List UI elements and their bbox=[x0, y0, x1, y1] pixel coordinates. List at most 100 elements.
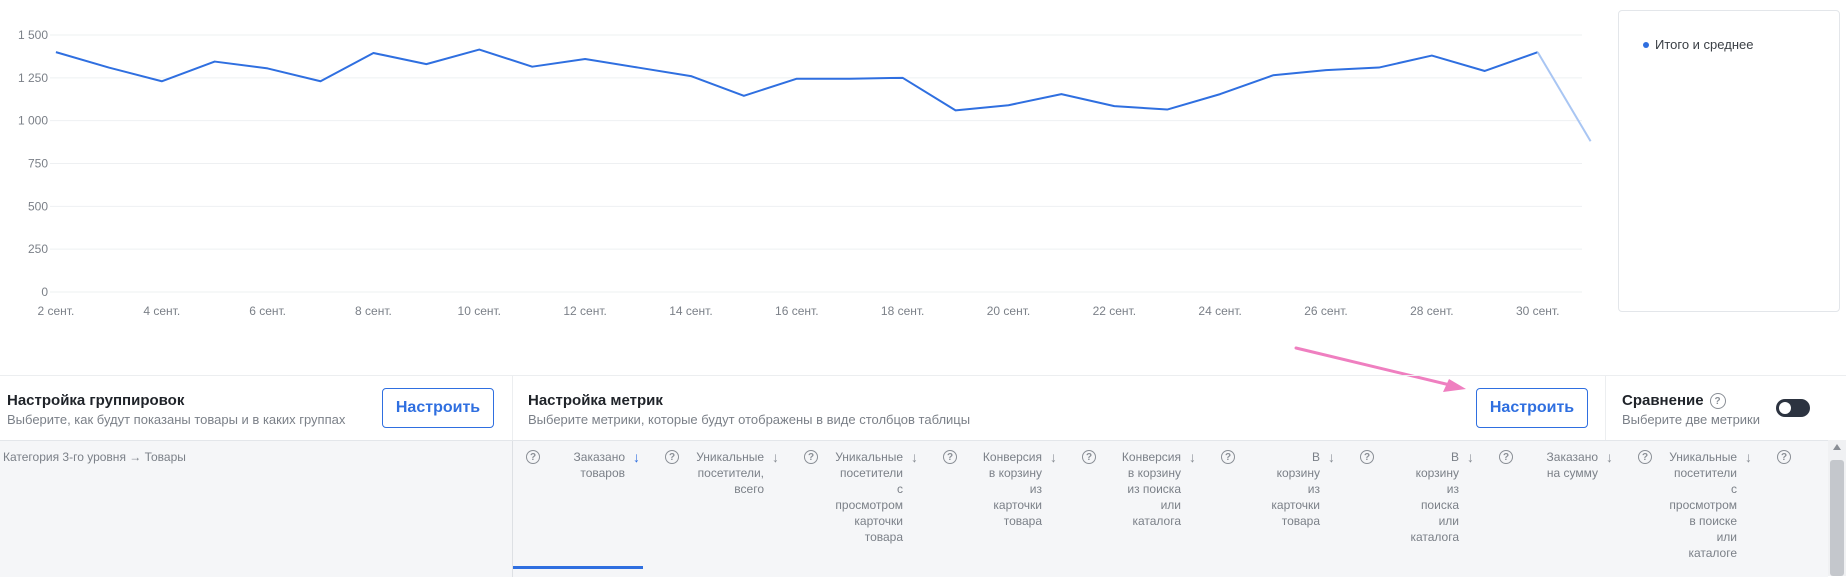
x-tick-label: 6 сент. bbox=[249, 304, 286, 318]
grouping-settings-subtitle: Выберите, как будут показаны товары и в … bbox=[7, 412, 346, 427]
legend-dot-icon bbox=[1643, 41, 1649, 48]
y-tick-label: 500 bbox=[28, 199, 48, 213]
help-icon[interactable]: ? bbox=[526, 450, 540, 464]
column-label: Конверсия в корзину из карточки товара bbox=[960, 449, 1042, 529]
column-label-line: товара bbox=[1281, 514, 1320, 528]
column-label-line: просмотром bbox=[1669, 498, 1737, 512]
column-label-line: посетители, bbox=[697, 466, 764, 480]
y-tick-label: 0 bbox=[41, 285, 48, 299]
help-icon[interactable]: ? bbox=[1777, 450, 1791, 464]
scroll-up-icon[interactable] bbox=[1833, 444, 1841, 450]
column-label: Вкорзину из карточки товара bbox=[1238, 449, 1320, 529]
category-column-header[interactable]: Категория 3-го уровня → Товары bbox=[3, 450, 186, 464]
sort-arrow-icon[interactable]: ↓ bbox=[633, 449, 640, 465]
column-label-line: или bbox=[1438, 514, 1459, 528]
column-label-line: или bbox=[1160, 498, 1181, 512]
sort-arrow-icon[interactable]: ↓ bbox=[1050, 449, 1057, 465]
column-label: Уникальные посетители с просмотром в поиске и… bbox=[1655, 449, 1737, 561]
settings-bar: Настройка группировок Выберите, как буду… bbox=[0, 375, 1846, 440]
table-header: Категория 3-го уровня → Товары ? Заказано… bbox=[0, 440, 1828, 577]
x-tick-label: 30 сент. bbox=[1516, 304, 1559, 318]
sort-arrow-icon[interactable]: ↓ bbox=[1189, 449, 1196, 465]
column-label-line: поиска bbox=[1420, 498, 1459, 512]
column-label-line: Конверсия bbox=[1121, 450, 1181, 464]
column-label-line: из bbox=[1029, 482, 1042, 496]
column-label-line: из поиска bbox=[1127, 482, 1181, 496]
column-label: Заказано товаров bbox=[543, 449, 625, 481]
column-label-line: посетители bbox=[840, 466, 903, 480]
grouping-settings-title: Настройка группировок bbox=[7, 392, 185, 409]
help-icon[interactable]: ? bbox=[1638, 450, 1652, 464]
column-label-line: В bbox=[1450, 450, 1459, 464]
column-label: Уникальные посетители, всего bbox=[682, 449, 764, 497]
sort-arrow-icon[interactable]: ↓ bbox=[1328, 449, 1335, 465]
help-icon[interactable]: ? bbox=[804, 450, 818, 464]
y-tick-label: 1 000 bbox=[18, 114, 48, 128]
sort-arrow-icon[interactable]: ↓ bbox=[1467, 449, 1474, 465]
column-label-line: из bbox=[1307, 482, 1320, 496]
vertical-scrollbar[interactable] bbox=[1828, 440, 1846, 576]
column-label-line: с bbox=[897, 482, 903, 496]
column-label-line: Уникальные bbox=[835, 450, 903, 464]
help-icon[interactable]: ? bbox=[1360, 450, 1374, 464]
column-label-line: товара bbox=[1003, 514, 1042, 528]
series-line-total bbox=[55, 48, 1539, 112]
x-tick-label: 14 сент. bbox=[669, 304, 712, 318]
y-tick-label: 1 500 bbox=[18, 28, 48, 42]
column-label-line: Заказано bbox=[1546, 450, 1598, 464]
metrics-settings-title: Настройка метрик bbox=[528, 392, 663, 409]
grouping-configure-button[interactable]: Настроить bbox=[382, 388, 494, 428]
column-label-line: из bbox=[1446, 482, 1459, 496]
column-label-line: в корзину bbox=[1127, 466, 1181, 480]
y-tick-label: 750 bbox=[28, 157, 48, 171]
help-icon[interactable]: ? bbox=[943, 450, 957, 464]
column-label-line: каталога bbox=[1132, 514, 1181, 528]
scroll-thumb[interactable] bbox=[1830, 460, 1844, 576]
column-label: Заказано на сумму bbox=[1516, 449, 1598, 481]
column-label-line: на сумму bbox=[1546, 466, 1598, 480]
comparison-subtitle: Выберите две метрики bbox=[1622, 412, 1761, 427]
comparison-panel: Сравнение? Выберите две метрики bbox=[1606, 376, 1846, 440]
column-label-line: корзину bbox=[1276, 466, 1320, 480]
metrics-settings-subtitle: Выберите метрики, которые будут отображе… bbox=[528, 412, 971, 427]
legend-label: Итого и среднее bbox=[1655, 37, 1754, 52]
column-label-line: каталоге bbox=[1688, 546, 1737, 560]
column-label-line: товаров bbox=[580, 466, 625, 480]
series-line-partial bbox=[1536, 51, 1592, 142]
column-label-line: По bbox=[1794, 449, 1828, 465]
x-tick-label: 18 сент. bbox=[881, 304, 924, 318]
column-label-line: Заказано bbox=[573, 450, 625, 464]
column-label-line: Конверсия bbox=[982, 450, 1042, 464]
column-label-line: в корзину bbox=[988, 466, 1042, 480]
x-tick-label: 12 сент. bbox=[563, 304, 606, 318]
comparison-title: Сравнение? bbox=[1622, 392, 1726, 410]
help-icon[interactable]: ? bbox=[1709, 393, 1726, 410]
x-tick-label: 8 сент. bbox=[355, 304, 392, 318]
sort-arrow-icon[interactable]: ↓ bbox=[911, 449, 918, 465]
active-column-indicator bbox=[513, 566, 643, 569]
grouping-settings-panel: Настройка группировок Выберите, как буду… bbox=[0, 376, 512, 440]
legend-item-total[interactable]: Итого и среднее bbox=[1643, 37, 1753, 52]
column-label-line: или bbox=[1716, 530, 1737, 544]
sort-arrow-icon[interactable]: ↓ bbox=[1745, 449, 1752, 465]
sort-arrow-icon[interactable]: ↓ bbox=[1606, 449, 1613, 465]
help-icon[interactable]: ? bbox=[1221, 450, 1235, 464]
help-icon[interactable]: ? bbox=[1082, 450, 1096, 464]
column-label-line: в поиске bbox=[1689, 514, 1737, 528]
x-tick-label: 26 сент. bbox=[1304, 304, 1347, 318]
x-tick-label: 10 сент. bbox=[458, 304, 501, 318]
sort-arrow-icon[interactable]: ↓ bbox=[772, 449, 779, 465]
column-label-line: каталога bbox=[1410, 530, 1459, 544]
column-label-line: карточки bbox=[854, 514, 903, 528]
toggle-knob bbox=[1779, 402, 1791, 414]
column-label-line: посетители bbox=[1674, 466, 1737, 480]
help-icon[interactable]: ? bbox=[665, 450, 679, 464]
column-label-line: карточки bbox=[1271, 498, 1320, 512]
column-label-line: всего bbox=[734, 482, 764, 496]
help-icon[interactable]: ? bbox=[1499, 450, 1513, 464]
metrics-settings-panel: Настройка метрик Выберите метрики, котор… bbox=[513, 376, 1605, 440]
line-chart: 0 250 500 750 1 000 1 250 1 500 2 сент. 4 сент. 6… bbox=[18, 28, 1592, 318]
x-tick-label: 28 сент. bbox=[1410, 304, 1453, 318]
comparison-toggle[interactable] bbox=[1776, 399, 1810, 417]
metrics-configure-button[interactable]: Настроить bbox=[1476, 388, 1588, 428]
